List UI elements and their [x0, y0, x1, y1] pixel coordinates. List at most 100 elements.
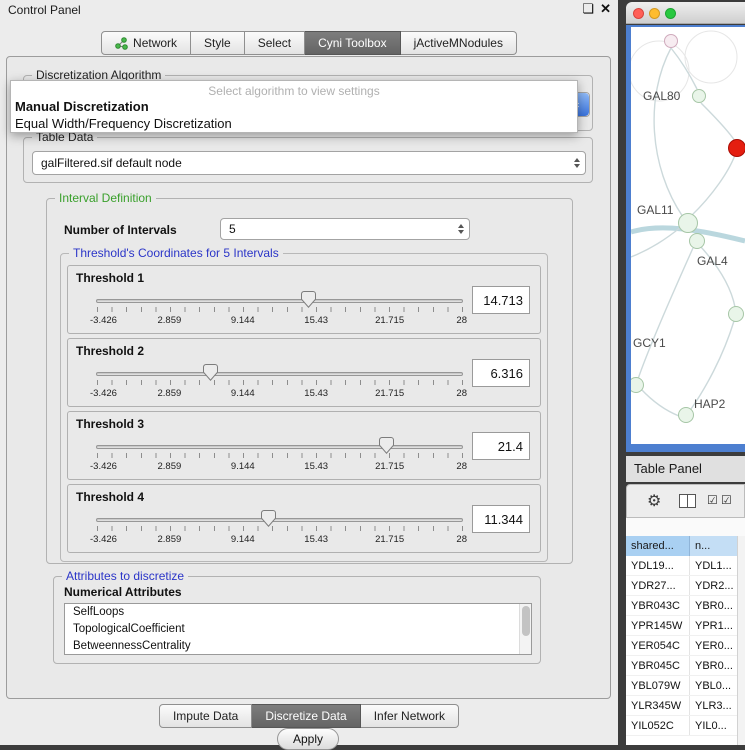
slider-ticks — [97, 380, 463, 385]
tab-infer-network[interactable]: Infer Network — [361, 704, 459, 728]
network-window-titlebar[interactable] — [626, 2, 745, 24]
table-data-combobox-value: galFiltered.sif default node — [33, 156, 568, 170]
list-item[interactable]: TopologicalCoefficient — [65, 621, 531, 638]
scale-tick-label: 9.144 — [231, 461, 255, 472]
table-header-row: shared... n... — [626, 536, 745, 556]
table-cell[interactable]: YBR045C — [626, 656, 690, 675]
list-item[interactable]: BetweennessCentrality — [65, 638, 531, 655]
number-of-intervals-combobox[interactable]: 5 — [220, 218, 470, 240]
close-icon[interactable]: ✕ — [600, 1, 611, 17]
table-cell[interactable]: YLR345W — [626, 696, 690, 715]
float-window-icon[interactable]: ❏ — [582, 1, 594, 17]
table-cell[interactable]: YDR27... — [626, 576, 690, 595]
attributes-group-label: Attributes to discretize — [62, 569, 188, 583]
dropdown-option-manual-discretization[interactable]: Manual Discretization — [11, 98, 577, 115]
threshold-2-label: Threshold 2 — [76, 344, 144, 358]
network-node[interactable] — [664, 34, 678, 48]
table-cell[interactable]: YBR043C — [626, 596, 690, 615]
scrollbar-thumb[interactable] — [522, 606, 530, 636]
threshold-2-slider[interactable]: -3.426 2.859 9.144 15.43 21.715 28 — [96, 363, 463, 405]
threshold-2-value[interactable]: 6.316 — [472, 359, 530, 387]
tab-jactivemnodules[interactable]: jActiveMNodules — [401, 31, 517, 55]
table-row[interactable]: YER054CYER0... — [626, 636, 737, 656]
slider-thumb[interactable] — [379, 437, 394, 459]
network-node[interactable] — [689, 233, 705, 249]
apply-button[interactable]: Apply — [277, 728, 339, 750]
network-node[interactable] — [678, 213, 698, 233]
network-canvas[interactable]: GAL80 GAL11 GAL4 GCY1 HAP2 — [631, 27, 745, 444]
network-node[interactable] — [678, 407, 694, 423]
table-data-combobox[interactable]: galFiltered.sif default node — [32, 151, 586, 175]
threshold-4-value[interactable]: 11.344 — [472, 505, 530, 533]
table-cell[interactable]: YDL19... — [626, 556, 690, 575]
tab-network[interactable]: Network — [101, 31, 191, 55]
node-label: HAP2 — [694, 397, 725, 411]
slider-scale: -3.426 2.859 9.144 15.43 21.715 28 — [96, 388, 463, 400]
table-cell[interactable]: YER054C — [626, 636, 690, 655]
slider-thumb[interactable] — [301, 291, 316, 313]
threshold-3-panel: Threshold 3 -3.426 2.859 9.144 15.43 21 — [67, 411, 541, 480]
scale-tick-label: 28 — [456, 388, 467, 399]
tab-cyni-toolbox[interactable]: Cyni Toolbox — [305, 31, 400, 55]
scale-tick-label: 15.43 — [304, 388, 328, 399]
threshold-3-label: Threshold 3 — [76, 417, 144, 431]
scale-tick-label: 9.144 — [231, 534, 255, 545]
checkbox-icon[interactable]: ☑ — [721, 493, 732, 507]
combo-stepper-icon[interactable] — [452, 219, 469, 239]
zoom-traffic-light[interactable] — [665, 8, 676, 19]
column-header-shared[interactable]: shared... — [626, 536, 690, 556]
threshold-1-value[interactable]: 14.713 — [472, 286, 530, 314]
checkbox-icon[interactable]: ☑ — [707, 493, 718, 507]
network-node[interactable] — [692, 89, 706, 103]
threshold-3-slider[interactable]: -3.426 2.859 9.144 15.43 21.715 28 — [96, 436, 463, 478]
dropdown-option-equal-width[interactable]: Equal Width/Frequency Discretization — [11, 115, 577, 132]
table-scrollbar[interactable] — [737, 536, 745, 745]
list-item[interactable]: SelfLoops — [65, 604, 531, 621]
slider-track[interactable] — [96, 518, 463, 522]
table-row[interactable]: YDL19...YDL1... — [626, 556, 737, 576]
combo-stepper-icon[interactable] — [568, 152, 585, 174]
numerical-attributes-list[interactable]: SelfLoops TopologicalCoefficient Between… — [64, 603, 532, 655]
gear-icon[interactable]: ⚙ — [647, 491, 661, 511]
table-cell[interactable]: YIL052C — [626, 716, 690, 735]
columns-icon[interactable] — [679, 494, 696, 508]
node-label: GCY1 — [633, 336, 666, 350]
close-traffic-light[interactable] — [633, 8, 644, 19]
network-node-selected[interactable] — [728, 139, 745, 157]
network-node[interactable] — [728, 306, 744, 322]
slider-track[interactable] — [96, 372, 463, 376]
tab-discretize-data[interactable]: Discretize Data — [252, 704, 360, 728]
threshold-4-slider[interactable]: -3.426 2.859 9.144 15.43 21.715 28 — [96, 509, 463, 551]
table-row[interactable]: YPR145WYPR1... — [626, 616, 737, 636]
table-row[interactable]: YIL052CYIL0... — [626, 716, 737, 736]
threshold-3-value[interactable]: 21.4 — [472, 432, 530, 460]
table-cell[interactable]: YBR0... — [690, 596, 737, 615]
table-cell[interactable]: YLR3... — [690, 696, 737, 715]
slider-track[interactable] — [96, 445, 463, 449]
list-scrollbar[interactable] — [519, 604, 531, 654]
table-cell[interactable]: YBR0... — [690, 656, 737, 675]
table-cell[interactable]: YDR2... — [690, 576, 737, 595]
table-row[interactable]: YBL079WYBL0... — [626, 676, 737, 696]
scale-tick-label: 2.859 — [158, 388, 182, 399]
table-cell[interactable]: YBL079W — [626, 676, 690, 695]
table-row[interactable]: YDR27...YDR2... — [626, 576, 737, 596]
table-cell[interactable]: YPR1... — [690, 616, 737, 635]
slider-track[interactable] — [96, 299, 463, 303]
network-icon — [115, 37, 128, 50]
table-row[interactable]: YLR345WYLR3... — [626, 696, 737, 716]
table-row[interactable]: YBR045CYBR0... — [626, 656, 737, 676]
table-cell[interactable]: YBL0... — [690, 676, 737, 695]
tab-select[interactable]: Select — [245, 31, 305, 55]
slider-thumb[interactable] — [203, 364, 218, 386]
table-cell[interactable]: YER0... — [690, 636, 737, 655]
table-row[interactable]: YBR043CYBR0... — [626, 596, 737, 616]
tab-impute-data[interactable]: Impute Data — [159, 704, 252, 728]
slider-thumb[interactable] — [261, 510, 276, 532]
threshold-1-slider[interactable]: -3.426 2.859 9.144 15.43 21.715 28 — [96, 290, 463, 332]
table-cell[interactable]: YDL1... — [690, 556, 737, 575]
table-cell[interactable]: YIL0... — [690, 716, 737, 735]
minimize-traffic-light[interactable] — [649, 8, 660, 19]
table-cell[interactable]: YPR145W — [626, 616, 690, 635]
tab-style[interactable]: Style — [191, 31, 245, 55]
